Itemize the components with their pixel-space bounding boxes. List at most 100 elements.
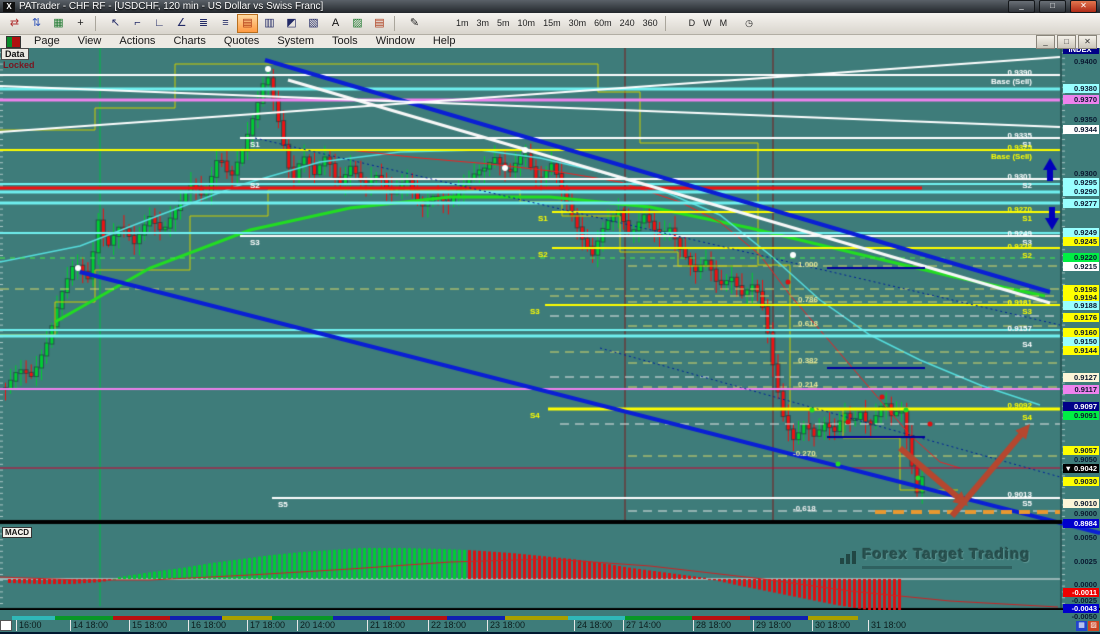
fib-retracement-tool-icon[interactable]: ≣: [193, 14, 214, 33]
pointer-tool-icon[interactable]: ↖: [105, 14, 126, 33]
price-axis-label-0.9050: 0.9050: [1063, 455, 1099, 464]
app-icon: X: [3, 2, 15, 12]
price-axis-label-0.9295: 0.9295: [1063, 178, 1099, 187]
vertical-line-tool-icon[interactable]: ∟: [149, 14, 170, 33]
menu-system[interactable]: System: [268, 35, 323, 48]
time-axis[interactable]: 16:00 14 18:00 15 18:00 16 18:00 17 18:00 20 …: [0, 610, 1100, 634]
new-chart-icon[interactable]: ▦: [48, 14, 69, 33]
time-axis-label: 14 18:00: [70, 620, 108, 631]
text-tool-icon[interactable]: A: [325, 14, 346, 33]
price-axis-label-0.9057: 0.9057: [1063, 446, 1099, 455]
menu-window[interactable]: Window: [367, 35, 424, 48]
pivot-levels-tool-icon[interactable]: ▥: [259, 14, 280, 33]
window-close-button[interactable]: ✕: [1070, 0, 1097, 13]
time-axis-label: 22 18:00: [428, 620, 466, 631]
menu-view[interactable]: View: [69, 35, 111, 48]
watermark-text: Forex Target Trading: [862, 546, 1030, 563]
child-minimize-button[interactable]: _: [1036, 35, 1055, 49]
snap-chart-icon[interactable]: ⇅: [26, 14, 47, 33]
menu-actions[interactable]: Actions: [110, 35, 164, 48]
draw-tool-icon[interactable]: ✎: [404, 14, 425, 33]
price-axis-label-0.9000: 0.9000: [1063, 509, 1099, 518]
timeframe-button-30m[interactable]: 30m: [565, 16, 591, 31]
period-button-D[interactable]: D: [685, 16, 700, 31]
price-axis-label-0.9150: 0.9150: [1063, 337, 1099, 346]
locked-label: Locked: [3, 60, 35, 70]
menu-quotes[interactable]: Quotes: [215, 35, 268, 48]
timeframe-button-15m[interactable]: 15m: [539, 16, 565, 31]
price-axis-label--0.0050: -0.0050: [1063, 612, 1099, 621]
price-axis-label-0.9091: 0.9091: [1063, 411, 1099, 420]
time-axis-label: 23 18:00: [487, 620, 525, 631]
macd-indicator-tab[interactable]: MACD: [2, 527, 32, 538]
price-axis-label-0.9277: 0.9277: [1063, 199, 1099, 208]
price-axis-label-0.9010: 0.9010: [1063, 499, 1099, 508]
timeframe-button-60m[interactable]: 60m: [590, 16, 616, 31]
window-maximize-button[interactable]: □: [1039, 0, 1066, 13]
window-minimize-button[interactable]: _: [1008, 0, 1035, 13]
timeframe-button-5m[interactable]: 5m: [493, 16, 514, 31]
crosshair-icon[interactable]: +: [70, 14, 91, 33]
price-axis-label-0.9370: 0.9370: [1063, 95, 1099, 104]
price-axis-label-0.9249: 0.9249: [1063, 228, 1099, 237]
price-axis-label-0.9245: 0.9245: [1063, 237, 1099, 246]
time-axis-label: 20 14:00: [297, 620, 335, 631]
time-axis-label: 28 18:00: [693, 620, 731, 631]
price-axis-label-0.9117: 0.9117: [1063, 385, 1099, 394]
trendline-tool-icon[interactable]: ∠: [171, 14, 192, 33]
timeframe-button-1m[interactable]: 1m: [452, 16, 473, 31]
channel-tool-icon[interactable]: ▧: [303, 14, 324, 33]
fib-levels-tool-icon[interactable]: ≡: [215, 14, 236, 33]
period-button-W[interactable]: W: [699, 16, 716, 31]
timeframe-button-240[interactable]: 240: [616, 16, 639, 31]
time-axis-label: 30 18:00: [812, 620, 850, 631]
time-axis-label: 24 18:00: [574, 620, 612, 631]
price-axis-label-0.9215: 0.9215: [1063, 262, 1099, 271]
toolbar-separator: [95, 16, 102, 31]
timeframe-button-3m[interactable]: 3m: [473, 16, 494, 31]
price-axis[interactable]: INDEX0.94000.93800.93700.93500.93440.930…: [1062, 47, 1100, 634]
menu-tools[interactable]: Tools: [323, 35, 367, 48]
time-axis-label: 17 18:00: [247, 620, 285, 631]
price-axis-label-0.0050: 0.0050: [1063, 533, 1099, 542]
time-axis-label: 15 18:00: [129, 620, 167, 631]
watermark-logo-bar: [840, 558, 844, 564]
menu-charts[interactable]: Charts: [164, 35, 214, 48]
watermark: Forex Target Trading: [840, 546, 1031, 569]
toolbar-separator: [665, 16, 672, 31]
chart-canvas[interactable]: [0, 0, 1100, 634]
price-axis-label-0.9344: 0.9344: [1063, 125, 1099, 134]
toolbar-separator: [394, 16, 401, 31]
child-restore-button[interactable]: □: [1057, 35, 1076, 49]
price-axis-label-0.9290: 0.9290: [1063, 187, 1099, 196]
price-levels-tool-icon[interactable]: ▤: [237, 14, 258, 33]
child-window-buttons: _ □ ✕: [1036, 35, 1097, 49]
scroll-chart-icon[interactable]: ⇄: [4, 14, 25, 33]
time-axis-label: 16:00: [16, 620, 42, 631]
child-close-button[interactable]: ✕: [1078, 35, 1097, 49]
time-axis-label: 16 18:00: [188, 620, 226, 631]
price-axis-label-0.9160: 0.9160: [1063, 328, 1099, 337]
timeframe-button-10m[interactable]: 10m: [514, 16, 540, 31]
clock-icon[interactable]: ◷: [741, 16, 757, 31]
menu-items: PageViewActionsChartsQuotesSystemToolsWi…: [25, 35, 464, 48]
menu-help[interactable]: Help: [424, 35, 465, 48]
menu-bar: PageViewActionsChartsQuotesSystemToolsWi…: [0, 35, 1100, 48]
data-tab[interactable]: Data: [1, 48, 29, 60]
horizontal-line-tool-icon[interactable]: ⌐: [127, 14, 148, 33]
window-title: PATrader - CHF RF - [USDCHF, 120 min - U…: [19, 1, 1004, 12]
watermark-subline: [862, 566, 1012, 569]
levels-tool-icon[interactable]: ▤: [369, 14, 390, 33]
timeframe-button-360[interactable]: 360: [639, 16, 662, 31]
menu-page[interactable]: Page: [25, 35, 69, 48]
price-axis-label-0.9350: 0.9350: [1063, 115, 1099, 124]
patrader-window: { "window": { "title": "PATrader - CHF R…: [0, 0, 1100, 634]
period-button-M[interactable]: M: [716, 16, 732, 31]
title-bar[interactable]: X PATrader - CHF RF - [USDCHF, 120 min -…: [0, 0, 1100, 13]
time-axis-label: 21 18:00: [367, 620, 405, 631]
price-axis-label-0.9127: 0.9127: [1063, 373, 1099, 382]
gann-tool-icon[interactable]: ◩: [281, 14, 302, 33]
regression-tool-icon[interactable]: ▨: [347, 14, 368, 33]
price-axis-label-0.9030: 0.9030: [1063, 477, 1099, 486]
price-axis-label-0.8984: 0.8984: [1063, 519, 1099, 528]
